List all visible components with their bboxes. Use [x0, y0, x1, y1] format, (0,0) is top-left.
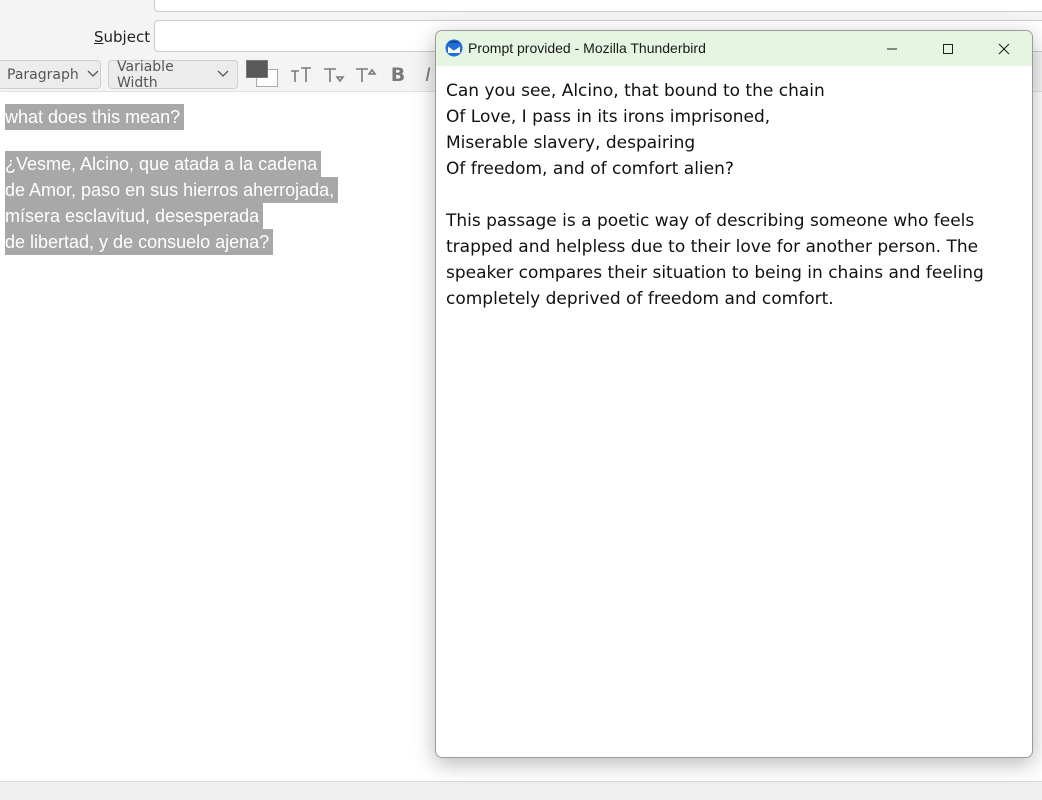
verse-line: Can you see, Alcino, that bound to the c… — [446, 81, 825, 101]
increase-font-size-icon[interactable] — [352, 62, 378, 88]
explanation-line: This passage is a poetic way of describi… — [446, 211, 975, 231]
recipient-field[interactable] — [154, 0, 1042, 12]
minimize-button[interactable] — [864, 31, 920, 66]
close-button[interactable] — [976, 31, 1032, 66]
font-size-icon[interactable] — [288, 62, 314, 88]
bold-icon[interactable]: B — [386, 62, 410, 88]
explanation-line: completely deprived of freedom and comfo… — [446, 289, 834, 309]
chevron-down-icon — [217, 68, 229, 81]
dialog-title: Prompt provided - Mozilla Thunderbird — [468, 40, 706, 56]
verse-line: Of freedom, and of comfort alien? — [446, 159, 734, 179]
body-line: what does this mean? — [5, 104, 185, 130]
paragraph-format-select[interactable]: Paragraph — [0, 60, 101, 89]
close-icon — [998, 43, 1010, 54]
decrease-font-size-icon[interactable] — [320, 62, 346, 88]
minimize-icon — [887, 48, 897, 49]
status-bar — [0, 781, 1042, 800]
verse-line: Of Love, I pass in its irons imprisoned, — [446, 107, 771, 127]
prompt-dialog: Prompt provided - Mozilla Thunderbird Ca… — [435, 30, 1033, 758]
maximize-button[interactable] — [920, 31, 976, 66]
body-line: ¿Vesme, Alcino, que atada a la cadena — [5, 151, 322, 177]
dialog-message: Can you see, Alcino, that bound to the c… — [446, 78, 1026, 312]
explanation-line: speaker compares their situation to bein… — [446, 263, 984, 283]
font-family-select[interactable]: Variable Width — [108, 59, 238, 91]
text-color-swatch[interactable] — [246, 60, 268, 78]
body-line: de Amor, paso en sus hierros aherrojada, — [5, 177, 339, 203]
verse-line: Miserable slavery, despairing — [446, 133, 696, 153]
text-color-picker[interactable] — [246, 60, 278, 90]
explanation-line: trapped and helpless due to their love f… — [446, 237, 979, 257]
subject-label: Subject — [94, 28, 151, 46]
body-line: de libertad, y de consuelo ajena? — [5, 229, 274, 255]
chevron-down-icon — [87, 68, 99, 81]
body-line: mísera esclavitud, desesperada — [5, 203, 264, 229]
dialog-titlebar[interactable]: Prompt provided - Mozilla Thunderbird — [436, 31, 1032, 66]
thunderbird-icon — [445, 39, 463, 57]
maximize-icon — [943, 43, 953, 54]
